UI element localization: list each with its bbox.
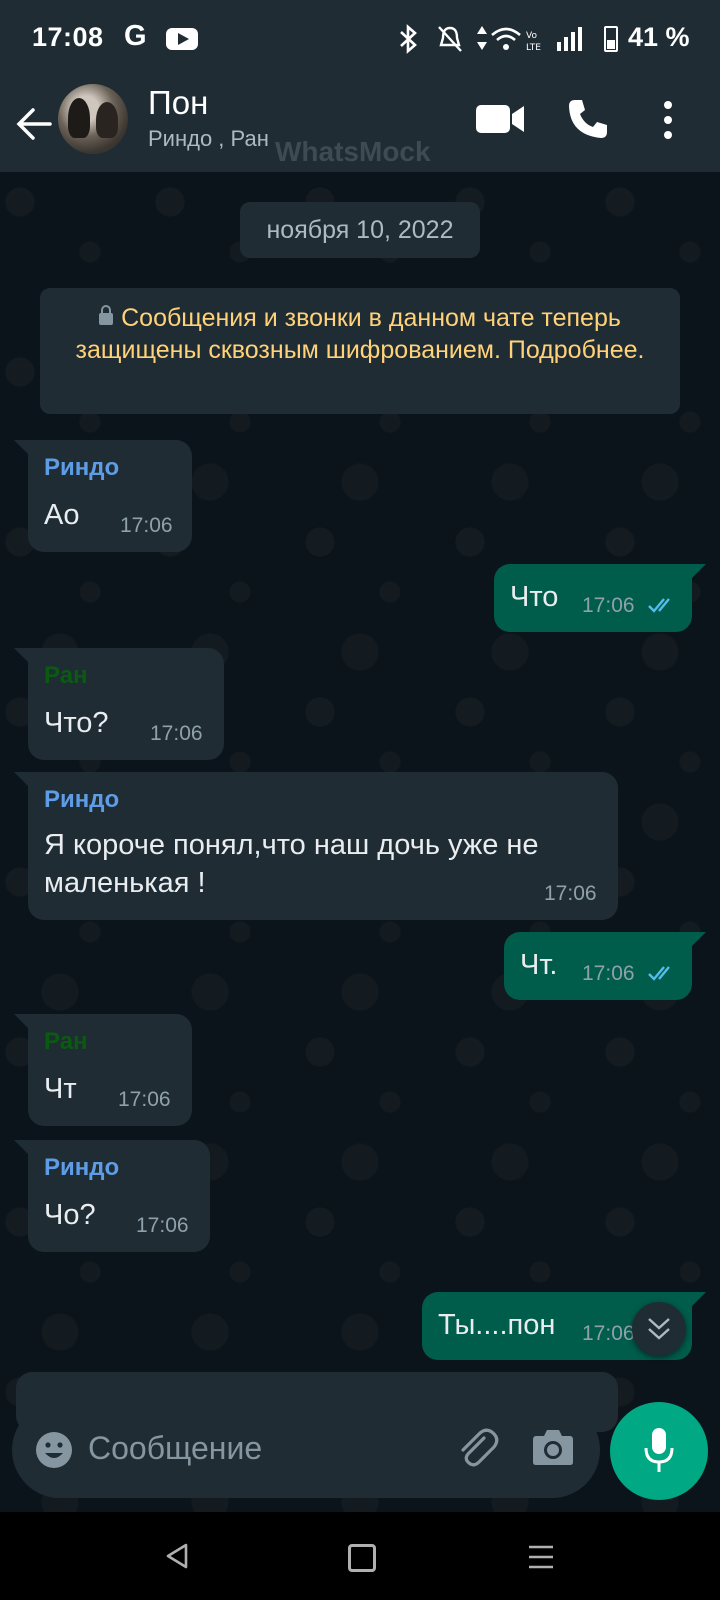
- more-icon[interactable]: [660, 98, 676, 142]
- message-sender: Ран: [44, 1028, 88, 1055]
- nav-home-icon[interactable]: [348, 1544, 376, 1572]
- group-avatar[interactable]: [58, 84, 128, 154]
- message-text: Я короче понял,что наш дочь уже не мален…: [44, 829, 539, 899]
- battery-percent: 41 %: [628, 22, 690, 52]
- message-incoming[interactable]: Риндо Ао 17:06: [14, 440, 192, 552]
- signal-icon: [557, 27, 582, 51]
- lock-icon: [99, 305, 114, 325]
- svg-text:Vo: Vo: [526, 31, 537, 41]
- message-time: 17:06: [150, 722, 203, 745]
- read-ticks-icon: [648, 598, 670, 613]
- google-icon: G: [124, 20, 147, 52]
- message-text: Ты....пон: [438, 1309, 556, 1341]
- message-input[interactable]: Сообщение: [88, 1430, 262, 1467]
- message-text: Чо?: [44, 1199, 96, 1231]
- attach-icon[interactable]: [454, 1426, 500, 1472]
- youtube-icon: [166, 28, 198, 50]
- read-ticks-icon: [648, 966, 670, 981]
- chat-header: Пон Риндо , Ран WhatsMock: [0, 80, 720, 172]
- encryption-notice-text: Сообщения и звонки в данном чате теперь …: [75, 304, 645, 364]
- phone-icon[interactable]: [566, 98, 610, 140]
- message-outgoing[interactable]: Что 17:06: [494, 564, 706, 632]
- message-incoming[interactable]: Ран Что? 17:06: [14, 648, 224, 760]
- message-incoming[interactable]: Риндо Я короче понял,что наш дочь уже не…: [14, 772, 618, 920]
- message-time: 17:06: [118, 1088, 171, 1111]
- message-time: 17:06: [582, 594, 635, 617]
- battery-icon: [604, 26, 618, 52]
- message-time: 17:06: [120, 514, 173, 537]
- message-text: Чт: [44, 1073, 77, 1105]
- double-chevron-down-icon: [648, 1318, 670, 1340]
- chat-area[interactable]: ноября 10, 2022 Сообщения и звонки в дан…: [0, 172, 720, 1512]
- wifi-icon: [491, 27, 521, 50]
- back-arrow-icon[interactable]: [14, 102, 54, 146]
- message-sender: Риндо: [44, 454, 120, 481]
- status-bar: 17:08 G Vo LTE 41 %: [0, 0, 720, 80]
- message-text: Что: [510, 581, 559, 613]
- mic-button[interactable]: [610, 1402, 708, 1500]
- mic-icon: [644, 1428, 674, 1472]
- message-incoming[interactable]: Ран Чт 17:06: [14, 1014, 192, 1126]
- message-time: 17:06: [136, 1214, 189, 1237]
- message-time: 17:06: [544, 882, 597, 905]
- data-icon: [477, 26, 487, 50]
- message-time: 17:06: [582, 962, 635, 985]
- watermark: WhatsMock: [275, 136, 431, 167]
- chat-title[interactable]: Пон: [148, 84, 208, 122]
- date-chip: ноября 10, 2022: [240, 202, 480, 258]
- mute-icon: [438, 26, 462, 52]
- system-navigation-bar: [0, 1512, 720, 1600]
- chat-participants[interactable]: Риндо , Ран: [148, 126, 269, 152]
- message-text: Что?: [44, 707, 109, 739]
- status-time: 17:08: [32, 22, 104, 52]
- scroll-down-button[interactable]: [632, 1302, 686, 1356]
- encryption-notice[interactable]: Сообщения и звонки в данном чате теперь …: [40, 288, 680, 414]
- message-sender: Риндо: [44, 1154, 120, 1181]
- emoji-icon[interactable]: [34, 1430, 74, 1470]
- nav-recents-icon[interactable]: [528, 1544, 554, 1570]
- message-incoming[interactable]: Риндо Чо? 17:06: [14, 1140, 210, 1252]
- message-outgoing[interactable]: Чт. 17:06: [504, 932, 706, 1000]
- message-time: 17:06: [582, 1322, 635, 1345]
- svg-text:LTE: LTE: [526, 43, 541, 52]
- volte-icon: Vo LTE: [526, 31, 541, 52]
- message-text: Чт.: [520, 949, 558, 981]
- message-sender: Риндо: [44, 786, 120, 813]
- nav-back-icon[interactable]: [164, 1542, 190, 1570]
- video-call-icon[interactable]: [476, 102, 526, 136]
- message-text: Ао: [44, 499, 80, 531]
- message-sender: Ран: [44, 662, 88, 689]
- bluetooth-icon: [400, 24, 417, 54]
- camera-icon[interactable]: [532, 1428, 574, 1466]
- message-input-bar[interactable]: Сообщение: [12, 1402, 600, 1498]
